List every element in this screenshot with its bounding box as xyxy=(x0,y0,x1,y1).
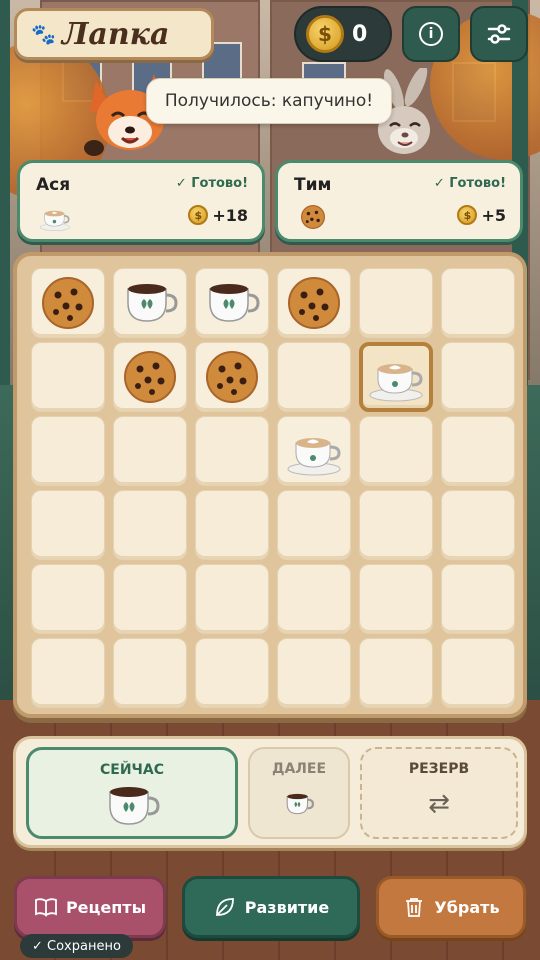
board-cell-empty[interactable] xyxy=(359,564,433,634)
slot-now-label: СЕЙЧАС xyxy=(100,762,164,778)
board-cell-empty[interactable] xyxy=(31,638,105,708)
slot-reserve-label: РЕЗЕРВ xyxy=(408,761,470,777)
settings-button[interactable] xyxy=(470,6,528,62)
board-cell-empty[interactable] xyxy=(195,638,269,708)
board-cell-empty[interactable] xyxy=(31,342,105,412)
board-cell-coffee[interactable] xyxy=(195,268,269,338)
paw-icon: 🐾 xyxy=(31,22,56,46)
board-cell-empty[interactable] xyxy=(359,268,433,338)
board-cell-empty[interactable] xyxy=(441,416,515,486)
remove-button[interactable]: Убрать xyxy=(376,876,526,938)
order-reward: $ +5 xyxy=(457,205,506,225)
customer-name: Ася xyxy=(36,175,71,195)
leaf-icon xyxy=(215,898,234,916)
board-cell-cookie[interactable] xyxy=(113,342,187,412)
board-cell-cappuccino[interactable] xyxy=(359,342,433,412)
slot-now[interactable]: СЕЙЧАС xyxy=(26,747,238,839)
develop-label: Развитие xyxy=(244,897,330,917)
order-status: ✓ Готово! xyxy=(433,176,506,191)
coffee-icon xyxy=(286,793,315,815)
reward-amount: +18 xyxy=(212,205,248,225)
logo-title: Лапка xyxy=(61,16,170,52)
board-cell-empty[interactable] xyxy=(113,416,187,486)
board-cell-cookie[interactable] xyxy=(195,342,269,412)
board-cell-empty[interactable] xyxy=(31,416,105,486)
item-queue: СЕЙЧАС ДАЛЕЕ РЕЗЕРВ ⇄ xyxy=(13,736,527,848)
order-card[interactable]: Тим ✓ Готово! $ +5 xyxy=(275,160,523,242)
board-cell-empty[interactable] xyxy=(195,416,269,486)
customer-name: Тим xyxy=(294,175,332,195)
saved-status: ✓ Сохранено xyxy=(20,934,133,958)
board-cell-empty[interactable] xyxy=(113,638,187,708)
board-cell-empty[interactable] xyxy=(277,638,351,708)
board-cell-cookie[interactable] xyxy=(277,268,351,338)
coin-icon: $ xyxy=(188,205,209,225)
board-cell-empty[interactable] xyxy=(441,268,515,338)
board-cell-empty[interactable] xyxy=(31,490,105,560)
sliders-icon xyxy=(487,24,511,44)
merge-board xyxy=(13,252,527,718)
book-icon xyxy=(35,898,57,917)
board-cell-empty[interactable] xyxy=(277,342,351,412)
pillar xyxy=(0,0,10,420)
cappuccino-icon xyxy=(39,210,71,231)
board-cell-empty[interactable] xyxy=(359,490,433,560)
info-button[interactable]: i xyxy=(402,6,460,62)
toast-message: Получилось: капучино! xyxy=(146,78,392,124)
coin-icon: $ xyxy=(457,205,478,225)
board-cell-cookie[interactable] xyxy=(31,268,105,338)
board-cell-empty[interactable] xyxy=(195,564,269,634)
board-cell-coffee[interactable] xyxy=(113,268,187,338)
board-grid xyxy=(31,268,515,708)
cookie-icon xyxy=(288,277,340,329)
swap-icon: ⇄ xyxy=(428,789,450,819)
coffee-icon xyxy=(127,284,178,322)
board-cell-empty[interactable] xyxy=(195,490,269,560)
board-cell-empty[interactable] xyxy=(277,490,351,560)
order-reward: $ +18 xyxy=(188,205,248,225)
trash-icon xyxy=(406,898,423,917)
cookie-icon xyxy=(206,351,258,403)
board-cell-empty[interactable] xyxy=(441,638,515,708)
coin-count: 0 xyxy=(352,21,368,47)
slot-reserve[interactable]: РЕЗЕРВ ⇄ xyxy=(360,747,518,839)
coin-counter: $ 0 xyxy=(294,6,392,62)
cookie-icon xyxy=(301,205,325,229)
cookie-icon xyxy=(124,351,176,403)
board-cell-empty[interactable] xyxy=(441,490,515,560)
board-cell-empty[interactable] xyxy=(113,564,187,634)
coffee-icon xyxy=(109,787,160,825)
coin-icon: $ xyxy=(306,15,344,53)
recipes-button[interactable]: Рецепты xyxy=(14,876,166,938)
coffee-icon xyxy=(209,284,260,322)
slot-next-label: ДАЛЕЕ xyxy=(271,761,327,777)
cappuccino-icon xyxy=(287,438,341,476)
board-cell-empty[interactable] xyxy=(113,490,187,560)
info-icon: i xyxy=(419,22,443,46)
develop-button[interactable]: Развитие xyxy=(182,876,360,938)
remove-label: Убрать xyxy=(434,897,500,917)
cappuccino-icon xyxy=(369,364,423,402)
reward-amount: +5 xyxy=(481,205,506,225)
board-cell-empty[interactable] xyxy=(31,564,105,634)
order-card[interactable]: Ася ✓ Готово! $ +18 xyxy=(17,160,265,242)
recipes-label: Рецепты xyxy=(65,897,147,917)
board-cell-empty[interactable] xyxy=(441,342,515,412)
board-cell-empty[interactable] xyxy=(277,564,351,634)
board-cell-empty[interactable] xyxy=(441,564,515,634)
order-status: ✓ Готово! xyxy=(175,176,248,191)
board-cell-cappuccino[interactable] xyxy=(277,416,351,486)
board-cell-empty[interactable] xyxy=(359,638,433,708)
slot-next: ДАЛЕЕ xyxy=(248,747,350,839)
cookie-icon xyxy=(42,277,94,329)
board-cell-empty[interactable] xyxy=(359,416,433,486)
logo-plaque: 🐾 Лапка xyxy=(14,8,214,60)
